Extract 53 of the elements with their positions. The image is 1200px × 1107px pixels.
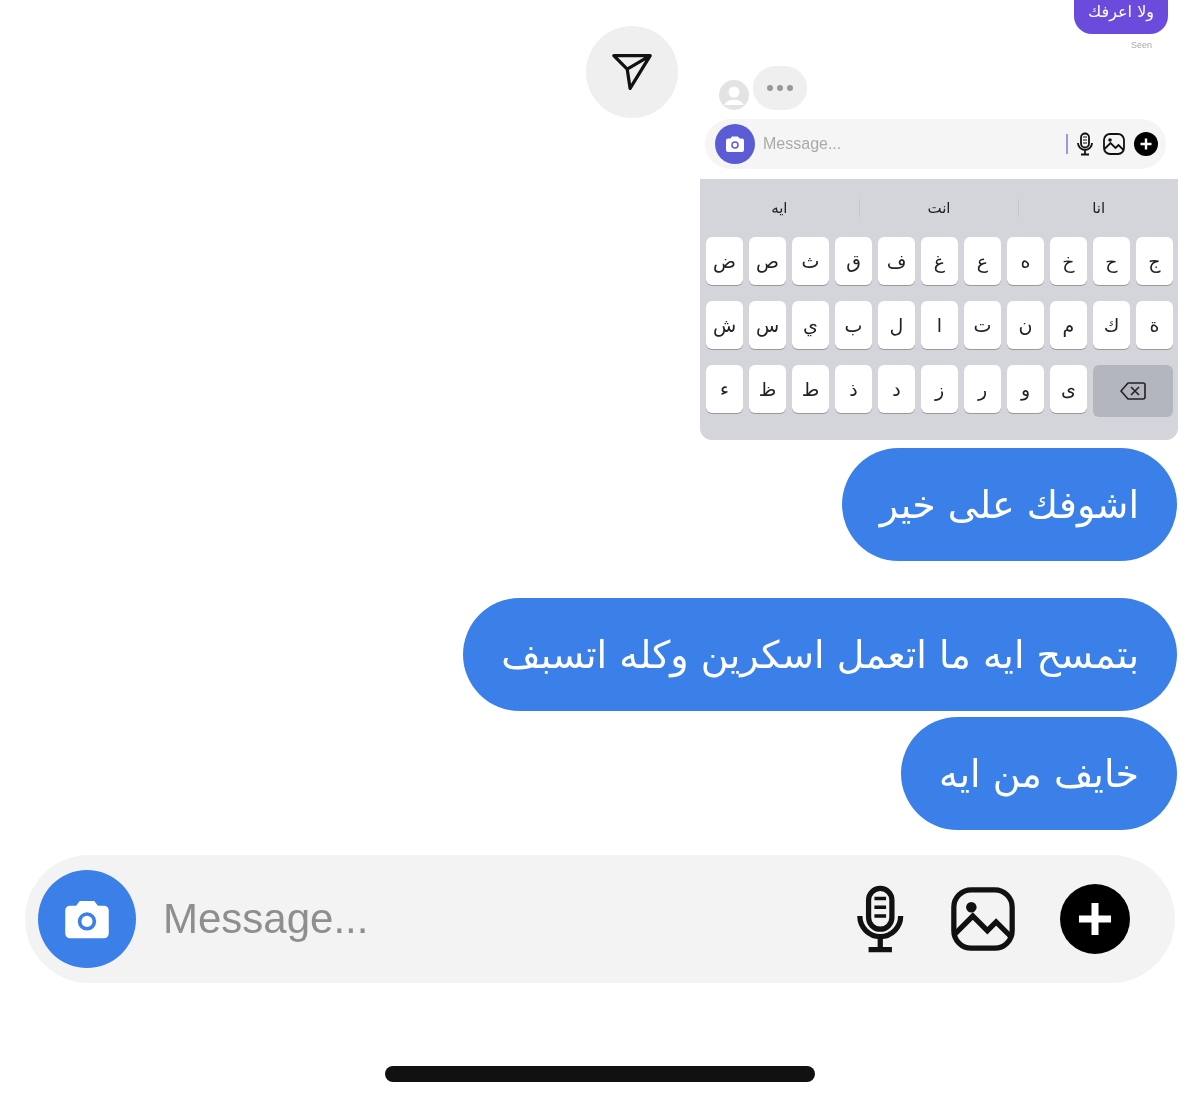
camera-button[interactable] <box>715 124 755 164</box>
keyboard-key[interactable]: ز <box>921 365 958 413</box>
keyboard-key[interactable]: ق <box>835 237 872 285</box>
keyboard-key[interactable]: ج <box>1136 237 1173 285</box>
keyboard-key[interactable]: ه <box>1007 237 1044 285</box>
keyboard-key[interactable]: غ <box>921 237 958 285</box>
keyboard-key[interactable]: ط <box>792 365 829 413</box>
keyboard-key[interactable]: ة <box>1136 301 1173 349</box>
gallery-icon[interactable] <box>1102 132 1126 156</box>
seen-status: Seen <box>1130 40 1152 50</box>
keyboard-key[interactable]: م <box>1050 301 1087 349</box>
keyboard-key[interactable]: ي <box>792 301 829 349</box>
keyboard-key[interactable]: و <box>1007 365 1044 413</box>
message-field[interactable]: Message... <box>763 135 1058 153</box>
keyboard-key[interactable]: ب <box>835 301 872 349</box>
keyboard-key[interactable]: ر <box>964 365 1001 413</box>
keyboard-key[interactable]: ح <box>1093 237 1130 285</box>
keyboard-key[interactable]: د <box>878 365 915 413</box>
add-button[interactable] <box>1060 884 1130 954</box>
keyboard-key[interactable]: ا <box>921 301 958 349</box>
keyboard-key[interactable]: ت <box>964 301 1001 349</box>
keyboard-key[interactable]: ف <box>878 237 915 285</box>
message-field[interactable]: Message... <box>163 895 812 943</box>
keyboard-key[interactable]: ض <box>706 237 743 285</box>
keyboard-key[interactable]: ك <box>1093 301 1130 349</box>
keyboard-key[interactable]: خ <box>1050 237 1087 285</box>
plus-icon <box>1060 884 1130 954</box>
microphone-icon[interactable] <box>1076 132 1094 156</box>
word-suggestion[interactable]: ايه <box>700 199 860 217</box>
word-suggestion[interactable]: انت <box>859 199 1020 217</box>
keyboard-key[interactable]: ء <box>706 365 743 413</box>
message-bubble: بتمسح ايه ما اتعمل اسكرين وكله اتسبف <box>463 598 1177 711</box>
gallery-button[interactable] <box>948 884 1018 954</box>
keyboard-key[interactable]: س <box>749 301 786 349</box>
keyboard-key[interactable]: ل <box>878 301 915 349</box>
backspace-icon <box>1120 381 1146 401</box>
message-bubble: اشوفك على خير <box>841 448 1177 561</box>
keyboard-key[interactable]: ذ <box>835 365 872 413</box>
keyboard-key[interactable]: ع <box>964 237 1001 285</box>
delete-key[interactable] <box>1093 365 1173 417</box>
plus-icon[interactable] <box>1134 132 1158 156</box>
avatar-icon <box>719 80 749 110</box>
text-cursor <box>1066 134 1068 154</box>
keyboard-key[interactable]: ص <box>749 237 786 285</box>
keyboard-key[interactable]: ث <box>792 237 829 285</box>
message-bubble: خايف من ايه <box>901 717 1177 830</box>
keyboard-key[interactable]: ش <box>706 301 743 349</box>
word-suggestion[interactable]: انا <box>1019 199 1178 217</box>
message-bubble: ولا اعرفك <box>1074 0 1168 34</box>
gallery-icon <box>948 884 1018 954</box>
keyboard-key[interactable]: ى <box>1050 365 1087 413</box>
keyboard-key[interactable]: ن <box>1007 301 1044 349</box>
keyboard-key[interactable]: ظ <box>749 365 786 413</box>
